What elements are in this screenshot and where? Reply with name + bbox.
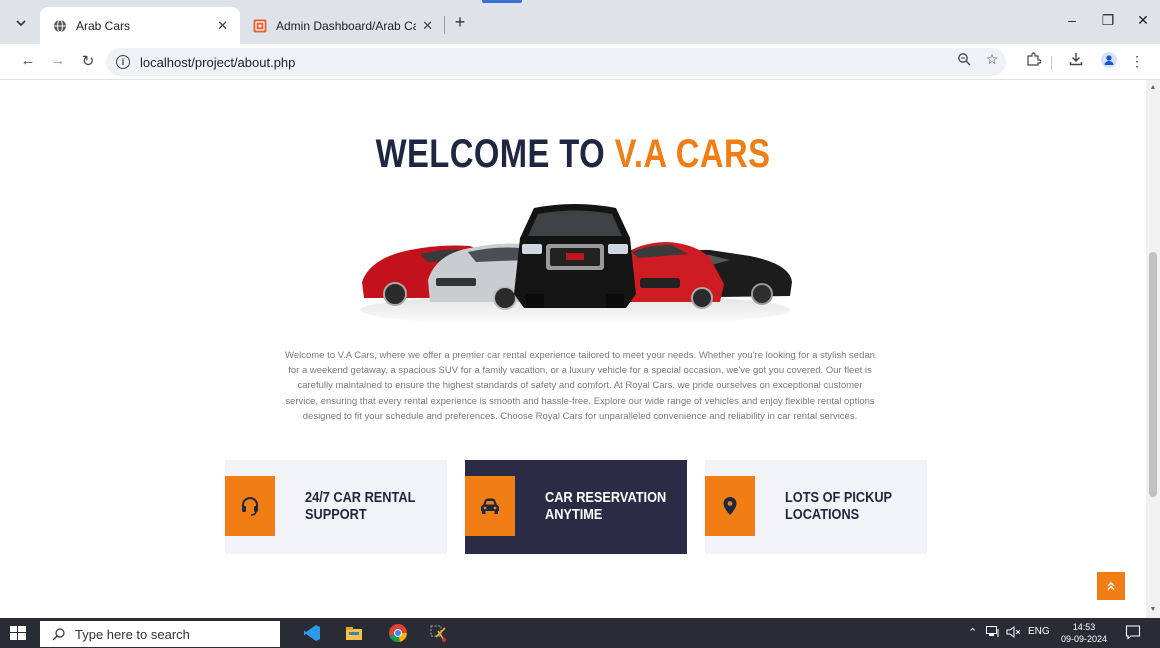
- car-icon: [481, 498, 499, 514]
- headset-icon: [242, 497, 258, 516]
- page-scrollbar[interactable]: ▲ ▼: [1146, 80, 1160, 618]
- feature-label: CAR RESERVATION ANYTIME: [545, 490, 667, 523]
- bookmark-star-icon[interactable]: ☆: [983, 51, 1001, 68]
- feature-label: 24/7 CAR RENTAL SUPPORT: [305, 490, 416, 523]
- browser-toolbar: ← → ↻ i localhost/project/about.php ☆ ⋮: [0, 44, 1160, 80]
- network-icon[interactable]: [986, 626, 1000, 641]
- feature-icon-box: [465, 476, 515, 536]
- feature-icon-box: [225, 476, 275, 536]
- close-window-button[interactable]: ✕: [1133, 12, 1153, 29]
- new-tab-button[interactable]: +: [450, 12, 470, 33]
- search-icon: [52, 627, 65, 640]
- tab-admin-dashboard[interactable]: Admin Dashboard/Arab Cars ✕: [240, 7, 445, 44]
- tab-title: Admin Dashboard/Arab Cars: [276, 18, 417, 33]
- clock-date: 09-09-2024: [1060, 634, 1108, 644]
- taskbar-search-box[interactable]: Type here to search: [40, 621, 280, 647]
- feature-card-support: 24/7 CAR RENTAL SUPPORT: [225, 460, 447, 554]
- file-explorer-icon[interactable]: [344, 623, 364, 643]
- intro-paragraph: Welcome to V.A Cars, where we offer a pr…: [285, 350, 875, 422]
- globe-icon: [52, 18, 68, 34]
- page-title: WELCOME TO V.A CARS: [103, 132, 1043, 177]
- windows-taskbar: Type here to search ⌃ ENG 14:53 09-09-20…: [0, 618, 1160, 648]
- extensions-icon[interactable]: [1024, 52, 1042, 70]
- address-bar[interactable]: i localhost/project/about.php: [106, 48, 1006, 76]
- tab-arab-cars[interactable]: Arab Cars ✕: [40, 7, 240, 44]
- scroll-down-arrow-icon[interactable]: ▼: [1149, 606, 1157, 613]
- toolbar-separator: [1051, 56, 1052, 70]
- speaker-muted-icon[interactable]: [1006, 626, 1022, 641]
- tab-strip-accent: [482, 0, 522, 3]
- title-brand: V.A CARS: [614, 132, 771, 176]
- vscode-taskbar-icon[interactable]: [302, 623, 322, 643]
- taskbar-clock[interactable]: 14:53 09-09-2024: [1058, 621, 1110, 645]
- car-lineup-image: [360, 204, 792, 326]
- feature-label: LOTS OF PICKUP LOCATIONS: [785, 490, 892, 523]
- browser-tab-bar: Arab Cars ✕ Admin Dashboard/Arab Cars ✕ …: [0, 0, 1160, 44]
- feature-card-pickup: LOTS OF PICKUP LOCATIONS: [705, 460, 927, 554]
- back-to-top-button[interactable]: [1097, 572, 1125, 600]
- tab-search-button[interactable]: [10, 12, 32, 34]
- back-arrow-icon[interactable]: ←: [18, 52, 38, 69]
- chrome-icon[interactable]: [388, 623, 408, 643]
- dashboard-favicon-icon: [252, 18, 268, 34]
- notification-center-icon[interactable]: [1125, 624, 1141, 643]
- chevron-down-icon: [16, 20, 26, 27]
- zoom-icon[interactable]: [955, 52, 973, 69]
- show-hidden-icons-chevron-icon[interactable]: ⌃: [968, 626, 977, 639]
- browser-menu-icon[interactable]: ⋮: [1128, 53, 1146, 70]
- tab-close-icon[interactable]: ✕: [422, 18, 433, 34]
- feature-icon-box: [705, 476, 755, 536]
- profile-avatar-icon[interactable]: [1100, 52, 1118, 71]
- download-icon[interactable]: [1067, 52, 1085, 69]
- restore-button[interactable]: ❐: [1098, 12, 1118, 29]
- tab-title: Arab Cars: [76, 18, 131, 33]
- windows-start-icon[interactable]: [10, 626, 26, 640]
- feature-cards: 24/7 CAR RENTAL SUPPORT CAR RESERVATION …: [225, 460, 927, 554]
- minimize-button[interactable]: –: [1062, 12, 1082, 28]
- page-viewport: WELCOME TO V.A CARS Welcome to V.A Cars,…: [0, 80, 1146, 618]
- map-marker-icon: [723, 497, 737, 515]
- reload-icon[interactable]: ↻: [78, 52, 98, 70]
- scroll-up-arrow-icon[interactable]: ▲: [1149, 84, 1157, 91]
- feature-card-reservation: CAR RESERVATION ANYTIME: [465, 460, 687, 554]
- search-placeholder: Type here to search: [75, 626, 190, 642]
- language-indicator[interactable]: ENG: [1028, 626, 1050, 637]
- forward-arrow-icon[interactable]: →: [48, 52, 68, 69]
- tab-separator: [444, 16, 445, 34]
- site-info-icon[interactable]: i: [116, 55, 130, 69]
- scrollbar-thumb[interactable]: [1149, 252, 1157, 497]
- clock-time: 14:53: [1072, 622, 1096, 632]
- snipping-tool-icon[interactable]: [428, 623, 448, 643]
- tab-close-icon[interactable]: ✕: [217, 18, 228, 34]
- title-part: WELCOME TO: [375, 132, 615, 176]
- url-text: localhost/project/about.php: [140, 54, 296, 70]
- double-chevron-up-icon: [1107, 581, 1115, 591]
- black-suv: [514, 204, 636, 308]
